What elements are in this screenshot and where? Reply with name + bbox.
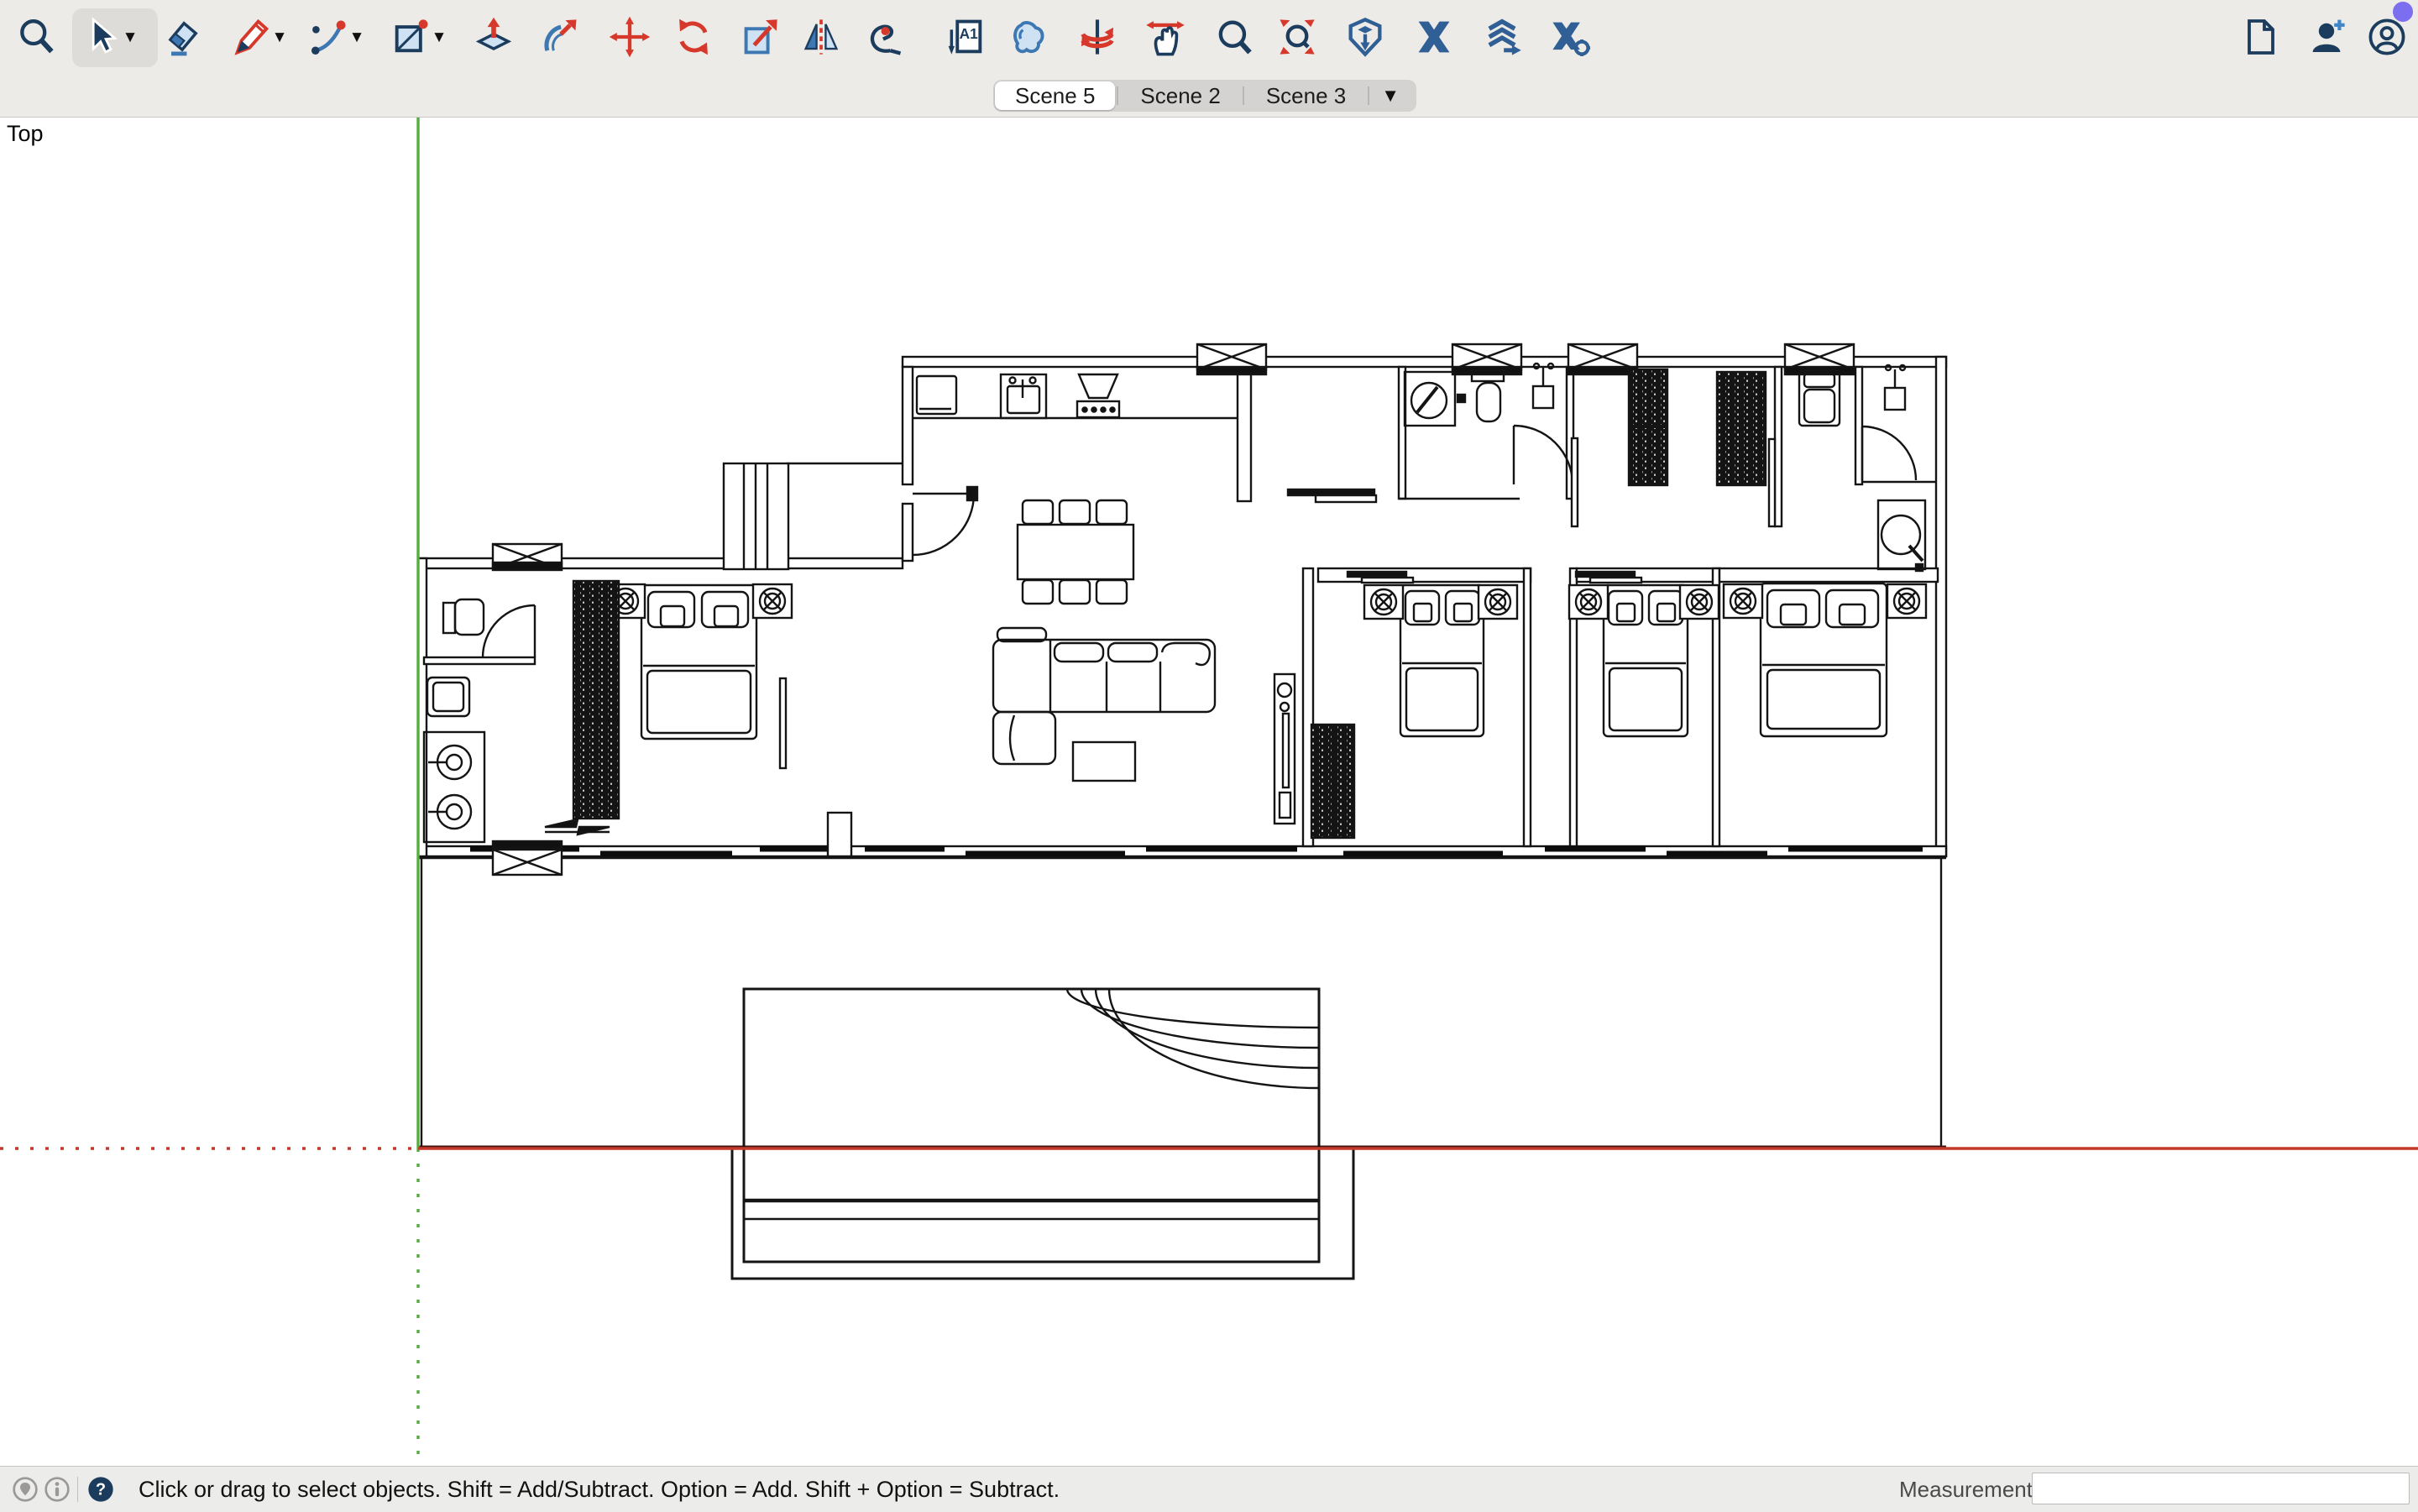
sliding-doors	[780, 438, 1775, 787]
search-tool-icon[interactable]	[14, 15, 58, 59]
tape-measure-tool-icon[interactable]	[862, 15, 906, 59]
svg-text:?: ?	[96, 1481, 106, 1499]
pan-tool-icon[interactable]	[1144, 15, 1187, 59]
kitchen-sink	[1001, 374, 1046, 418]
add-collaborator-icon[interactable]	[2308, 17, 2348, 57]
door-1	[1514, 426, 1573, 484]
model-viewport[interactable]: Top	[0, 118, 2418, 1466]
arc-tool-icon[interactable]	[307, 15, 351, 59]
door-2	[1862, 426, 1916, 480]
move-tool-icon[interactable]	[608, 15, 652, 59]
sink-1	[1533, 364, 1553, 408]
measurements-label: Measurements	[1899, 1467, 2044, 1512]
wall-lights	[606, 584, 1926, 619]
staircase	[724, 463, 788, 569]
zoom-extents-tool-icon[interactable]	[1275, 15, 1319, 59]
toilet	[443, 599, 484, 635]
arc-dropdown-caret-icon[interactable]: ▼	[348, 29, 366, 47]
status-divider	[77, 1477, 78, 1502]
notification-dot	[2393, 2, 2413, 22]
ceiling-fan	[545, 819, 610, 834]
scene-tab-strip: Scene 5Scene 2Scene 3▼	[0, 74, 2418, 118]
bed-3	[1604, 585, 1688, 736]
select-dropdown-caret-icon[interactable]: ▼	[121, 29, 139, 47]
bed-4	[1761, 583, 1887, 736]
tab-separator	[1117, 86, 1118, 105]
entry-door	[913, 487, 977, 555]
line-dropdown-caret-icon[interactable]: ▼	[270, 29, 289, 47]
shapes-tool-icon[interactable]	[390, 15, 433, 59]
daybed	[1799, 370, 1840, 426]
follow-me-tool-icon[interactable]	[538, 15, 582, 59]
main-toolbar: ▼ ▼ ▼ ▼ A1	[0, 0, 2418, 74]
kitchen	[913, 374, 1238, 418]
bathroom-1	[1405, 364, 1573, 484]
pool-steps	[1067, 989, 1319, 1088]
line-tool-icon[interactable]	[230, 15, 274, 59]
orbit-tool-icon[interactable]	[1076, 15, 1119, 59]
twin-basins	[424, 732, 484, 842]
extension-warehouse-tool-icon[interactable]	[1412, 15, 1456, 59]
dining-set	[1018, 500, 1133, 604]
scene-tab-scene-2[interactable]: Scene 2	[1120, 81, 1240, 110]
shower-2	[1878, 500, 1925, 571]
flip-tool-icon[interactable]	[799, 15, 843, 59]
new-document-icon[interactable]	[2241, 17, 2281, 57]
scene-tabs: Scene 5Scene 2Scene 3▼	[993, 80, 1416, 112]
terrace	[418, 856, 1946, 1147]
tab-separator	[1243, 86, 1244, 105]
coffee-table	[1073, 742, 1135, 781]
measurements-input[interactable]	[2032, 1473, 2410, 1504]
bed-master	[641, 585, 756, 739]
sink-2	[1885, 365, 1905, 410]
svg-text:A1: A1	[960, 25, 979, 42]
bath-door	[483, 605, 535, 657]
3d-warehouse-tool-icon[interactable]	[1343, 15, 1387, 59]
scale-tool-icon[interactable]	[740, 15, 783, 59]
bathroom-2	[1862, 365, 1925, 571]
status-bar: ? Click or drag to select objects. Shift…	[0, 1466, 2418, 1512]
eraser-tool-icon[interactable]	[160, 15, 204, 59]
share-model-tool-icon[interactable]	[1480, 15, 1524, 59]
drawing-axes	[0, 118, 2418, 1466]
geolocation-status-icon[interactable]	[12, 1476, 39, 1503]
sketchup-window: { "toolbar": { "background": "#edebe8", …	[0, 0, 2418, 1511]
scene-tab-scene-3[interactable]: Scene 3	[1246, 81, 1366, 110]
window-pier	[828, 813, 851, 856]
floor-plan[interactable]	[0, 118, 2418, 1466]
dimensions-tool-icon[interactable]: A1	[944, 15, 987, 59]
rotate-tool-icon[interactable]	[672, 15, 715, 59]
zoom-tool-icon[interactable]	[1212, 15, 1255, 59]
account-icon[interactable]	[2367, 17, 2407, 57]
shapes-dropdown-caret-icon[interactable]: ▼	[430, 29, 448, 47]
bed-2	[1400, 585, 1484, 736]
toilet-1	[1472, 370, 1504, 421]
sofa	[993, 628, 1215, 764]
paint-bucket-tool-icon[interactable]	[1007, 15, 1050, 59]
extension-manager-tool-icon[interactable]	[1548, 15, 1592, 59]
scene-tab-scene-5[interactable]: Scene 5	[995, 81, 1115, 110]
help-icon[interactable]: ?	[87, 1476, 114, 1503]
cooktop	[1077, 374, 1119, 417]
washing-machine	[1405, 372, 1465, 426]
credits-info-icon[interactable]	[44, 1476, 71, 1503]
scene-tabs-overflow-icon[interactable]: ▼	[1369, 85, 1416, 107]
select-tool-icon[interactable]	[81, 15, 124, 59]
swimming-pool	[732, 989, 1353, 1279]
push-pull-tool-icon[interactable]	[472, 15, 516, 59]
status-message: Click or drag to select objects. Shift =…	[139, 1467, 1060, 1512]
view-label: Top	[7, 121, 44, 147]
shower-seat	[427, 678, 469, 716]
